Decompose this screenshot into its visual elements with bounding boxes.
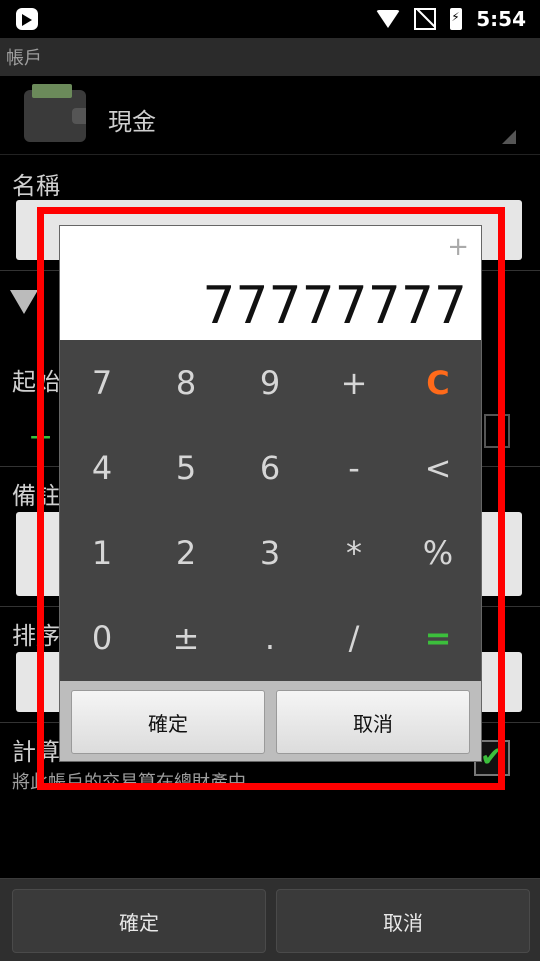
cancel-button[interactable]: 取消 <box>276 889 530 953</box>
account-selector[interactable]: 現金 <box>0 76 540 155</box>
bottom-action-bar: 確定 取消 <box>0 878 540 961</box>
status-bar: 5:54 <box>0 0 540 38</box>
wifi-icon <box>376 10 401 28</box>
page-title: 帳戶 <box>6 48 42 69</box>
highlight-frame <box>37 207 505 790</box>
status-time: 5:54 <box>476 7 526 31</box>
name-label: 名稱 <box>12 172 60 200</box>
filter-icon <box>10 290 38 314</box>
confirm-button[interactable]: 確定 <box>12 889 266 953</box>
dropdown-indicator-icon <box>502 130 516 144</box>
no-signal-icon <box>414 8 437 30</box>
app-shield-icon <box>16 8 38 30</box>
wallet-icon <box>24 84 86 142</box>
battery-charging-icon <box>450 8 463 30</box>
status-icons: 5:54 <box>376 7 526 31</box>
app-bar: 帳戶 <box>0 38 540 76</box>
account-name: 現金 <box>108 108 156 136</box>
